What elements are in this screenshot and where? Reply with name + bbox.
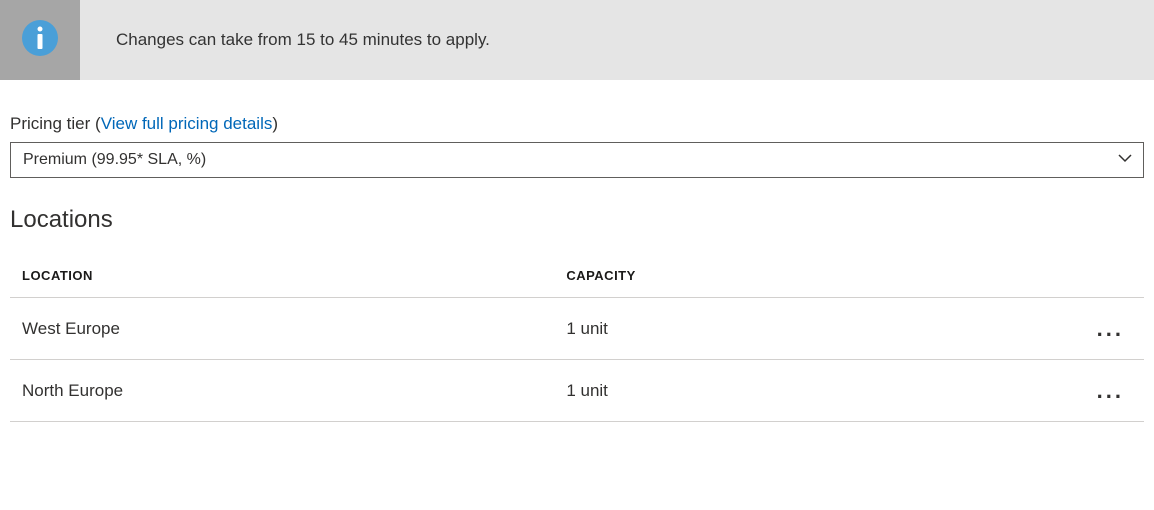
pricing-details-link[interactable]: View full pricing details [101,114,273,133]
info-icon-container [0,0,80,80]
row-actions-button[interactable]: ... [1097,378,1124,396]
pricing-tier-selected: Premium (99.95* SLA, %) [23,151,206,169]
pricing-label-prefix: Pricing tier ( [10,114,101,133]
cell-capacity: 1 unit [554,298,1053,360]
row-actions-button[interactable]: ... [1097,316,1124,334]
info-banner: Changes can take from 15 to 45 minutes t… [0,0,1154,80]
table-row: North Europe 1 unit ... [10,360,1144,422]
column-header-location: LOCATION [10,256,554,298]
column-header-capacity: CAPACITY [554,256,1053,298]
cell-location: West Europe [10,298,554,360]
pricing-section: Pricing tier (View full pricing details)… [10,114,1144,178]
locations-table: LOCATION CAPACITY West Europe 1 unit ...… [10,256,1144,422]
pricing-label-row: Pricing tier (View full pricing details) [10,114,1144,134]
chevron-down-icon [1117,150,1133,171]
info-icon [20,18,60,62]
ellipsis-icon: ... [1097,386,1124,396]
info-banner-text: Changes can take from 15 to 45 minutes t… [80,0,526,80]
locations-section: Locations LOCATION CAPACITY West Europe … [10,206,1144,422]
table-row: West Europe 1 unit ... [10,298,1144,360]
cell-location: North Europe [10,360,554,422]
pricing-tier-dropdown[interactable]: Premium (99.95* SLA, %) [10,142,1144,178]
column-header-actions [1053,256,1144,298]
pricing-label-suffix: ) [272,114,278,133]
locations-heading: Locations [10,206,1144,234]
cell-capacity: 1 unit [554,360,1053,422]
ellipsis-icon: ... [1097,324,1124,334]
